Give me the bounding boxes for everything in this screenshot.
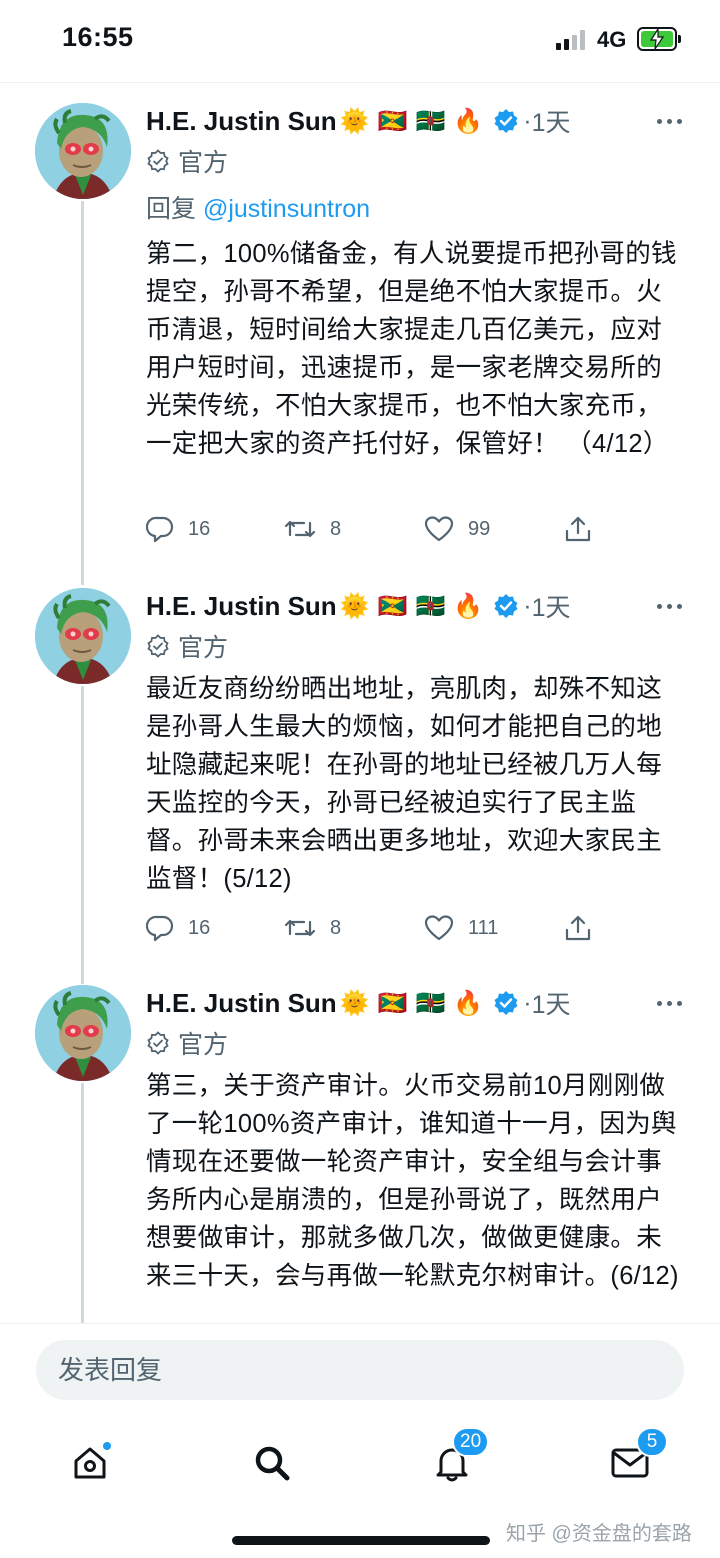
affiliation-label: 官方 bbox=[146, 1023, 228, 1063]
like-button[interactable]: 111 bbox=[424, 908, 498, 948]
grenada-flag-icon: 🇬🇩 bbox=[377, 592, 408, 620]
verified-badge-icon bbox=[493, 990, 519, 1016]
notifications-badge: 20 bbox=[452, 1427, 490, 1457]
avatar[interactable] bbox=[35, 588, 131, 684]
grenada-flag-icon: 🇬🇩 bbox=[377, 107, 408, 135]
tweet[interactable]: H.E. Justin Sun 🌞 🇬🇩 🇩🇲 🔥 · 1天 官方 第三，关于资… bbox=[0, 983, 720, 1323]
home-unread-dot bbox=[102, 1441, 112, 1451]
like-count: 99 bbox=[468, 517, 491, 540]
heart-icon bbox=[424, 915, 454, 941]
share-button[interactable] bbox=[564, 908, 592, 948]
nav-search[interactable] bbox=[242, 1433, 302, 1493]
reply-button[interactable]: 16 bbox=[146, 509, 210, 549]
avatar[interactable] bbox=[35, 103, 131, 199]
reply-handle-link[interactable]: @justinsuntron bbox=[203, 195, 370, 223]
tweet-thread: H.E. Justin Sun 🌞 🇬🇩 🇩🇲 🔥 · 1天 官方 回复 @ju… bbox=[0, 83, 720, 1323]
official-label: 官方 bbox=[178, 634, 229, 662]
like-button[interactable]: 99 bbox=[424, 509, 490, 549]
tweet-header: H.E. Justin Sun 🌞 🇬🇩 🇩🇲 🔥 · 1天 bbox=[146, 101, 706, 141]
thread-connector bbox=[81, 686, 84, 984]
sun-emoji-icon: 🌞 bbox=[339, 989, 370, 1017]
search-icon bbox=[255, 1446, 290, 1481]
tweet-time[interactable]: 1天 bbox=[532, 103, 571, 139]
nav-notifications[interactable]: 20 bbox=[422, 1427, 490, 1493]
dominica-flag-icon: 🇩🇲 bbox=[415, 989, 446, 1017]
official-badge-icon bbox=[147, 634, 169, 658]
thread-connector bbox=[81, 201, 84, 585]
retweet-button[interactable]: 8 bbox=[284, 509, 341, 549]
more-options-icon[interactable] bbox=[657, 101, 682, 141]
heart-icon bbox=[424, 516, 454, 542]
reply-prefix: 回复 bbox=[146, 195, 203, 223]
tweet[interactable]: H.E. Justin Sun 🌞 🇬🇩 🇩🇲 🔥 · 1天 官方 最近友商纷纷… bbox=[0, 586, 720, 984]
official-badge-icon bbox=[147, 149, 169, 173]
fire-emoji-icon: 🔥 bbox=[453, 989, 484, 1017]
tweet-time[interactable]: 1天 bbox=[532, 985, 571, 1021]
retweet-button[interactable]: 8 bbox=[284, 908, 341, 948]
tweet-text: 最近友商纷纷晒出地址，亮肌肉，却殊不知这是孙哥人生最大的烦恼，如何才能把自己的地… bbox=[146, 675, 663, 893]
messages-badge: 5 bbox=[636, 1427, 668, 1457]
dominica-flag-icon: 🇩🇲 bbox=[415, 107, 446, 135]
home-indicator bbox=[232, 1536, 490, 1545]
verified-badge-icon bbox=[493, 108, 519, 134]
more-options-icon[interactable] bbox=[657, 983, 682, 1023]
more-options-icon[interactable] bbox=[657, 586, 682, 626]
tweet-time[interactable]: 1天 bbox=[532, 588, 571, 624]
watermark: 知乎 @资金盘的套路 bbox=[506, 1523, 692, 1545]
share-button[interactable] bbox=[564, 509, 592, 549]
dominica-flag-icon: 🇩🇲 bbox=[415, 592, 446, 620]
reply-icon bbox=[146, 915, 174, 942]
battery-icon bbox=[637, 27, 681, 51]
replying-to: 回复 @justinsuntron bbox=[146, 189, 370, 225]
author-name[interactable]: H.E. Justin Sun bbox=[146, 988, 337, 1019]
network-type: 4G bbox=[597, 27, 627, 52]
grenada-flag-icon: 🇬🇩 bbox=[377, 989, 408, 1017]
thread-connector bbox=[81, 1083, 84, 1323]
verified-badge-icon bbox=[493, 593, 519, 619]
share-icon bbox=[565, 915, 591, 941]
reply-composer bbox=[0, 1323, 720, 1415]
tweet[interactable]: H.E. Justin Sun 🌞 🇬🇩 🇩🇲 🔥 · 1天 官方 回复 @ju… bbox=[0, 101, 720, 585]
tweet-header: H.E. Justin Sun 🌞 🇬🇩 🇩🇲 🔥 · 1天 bbox=[146, 983, 706, 1023]
official-label: 官方 bbox=[178, 1031, 229, 1059]
status-bar: 16:55 4G bbox=[0, 0, 720, 82]
tweet-actions: 16 8 99 bbox=[146, 509, 606, 549]
affiliation-label: 官方 bbox=[146, 141, 228, 181]
retweet-count: 8 bbox=[330, 517, 342, 540]
fire-emoji-icon: 🔥 bbox=[453, 592, 484, 620]
share-icon bbox=[565, 516, 591, 542]
bottom-nav: 20 5 知乎 @资金盘的套路 bbox=[0, 1415, 720, 1558]
author-name[interactable]: H.E. Justin Sun bbox=[146, 591, 337, 622]
tweet-actions: 16 8 111 bbox=[146, 908, 606, 948]
official-label: 官方 bbox=[178, 149, 229, 177]
reply-count: 16 bbox=[188, 916, 211, 939]
status-time: 16:55 bbox=[62, 22, 134, 52]
tweet-header: H.E. Justin Sun 🌞 🇬🇩 🇩🇲 🔥 · 1天 bbox=[146, 586, 706, 626]
nav-messages[interactable]: 5 bbox=[600, 1427, 668, 1493]
retweet-count: 8 bbox=[330, 916, 342, 939]
fire-emoji-icon: 🔥 bbox=[453, 107, 484, 135]
reply-input[interactable] bbox=[36, 1340, 684, 1400]
nav-home[interactable] bbox=[60, 1433, 120, 1493]
avatar[interactable] bbox=[35, 985, 131, 1081]
sun-emoji-icon: 🌞 bbox=[339, 592, 370, 620]
tweet-text: 第二，100%储备金，有人说要提币把孙哥的钱提空，孙哥不希望，但是绝不怕大家提币… bbox=[146, 240, 677, 458]
reply-icon bbox=[146, 516, 174, 543]
reply-count: 16 bbox=[188, 517, 211, 540]
affiliation-label: 官方 bbox=[146, 626, 228, 666]
tweet-text: 第三，关于资产审计。火币交易前10月刚刚做了一轮100%资产审计，谁知道十一月，… bbox=[146, 1072, 679, 1290]
official-badge-icon bbox=[147, 1031, 169, 1055]
like-count: 111 bbox=[468, 916, 499, 939]
reply-button[interactable]: 16 bbox=[146, 908, 210, 948]
author-name[interactable]: H.E. Justin Sun bbox=[146, 106, 337, 137]
signal-icon bbox=[556, 30, 586, 50]
retweet-icon bbox=[284, 919, 316, 937]
sun-emoji-icon: 🌞 bbox=[339, 107, 370, 135]
retweet-icon bbox=[284, 520, 316, 538]
